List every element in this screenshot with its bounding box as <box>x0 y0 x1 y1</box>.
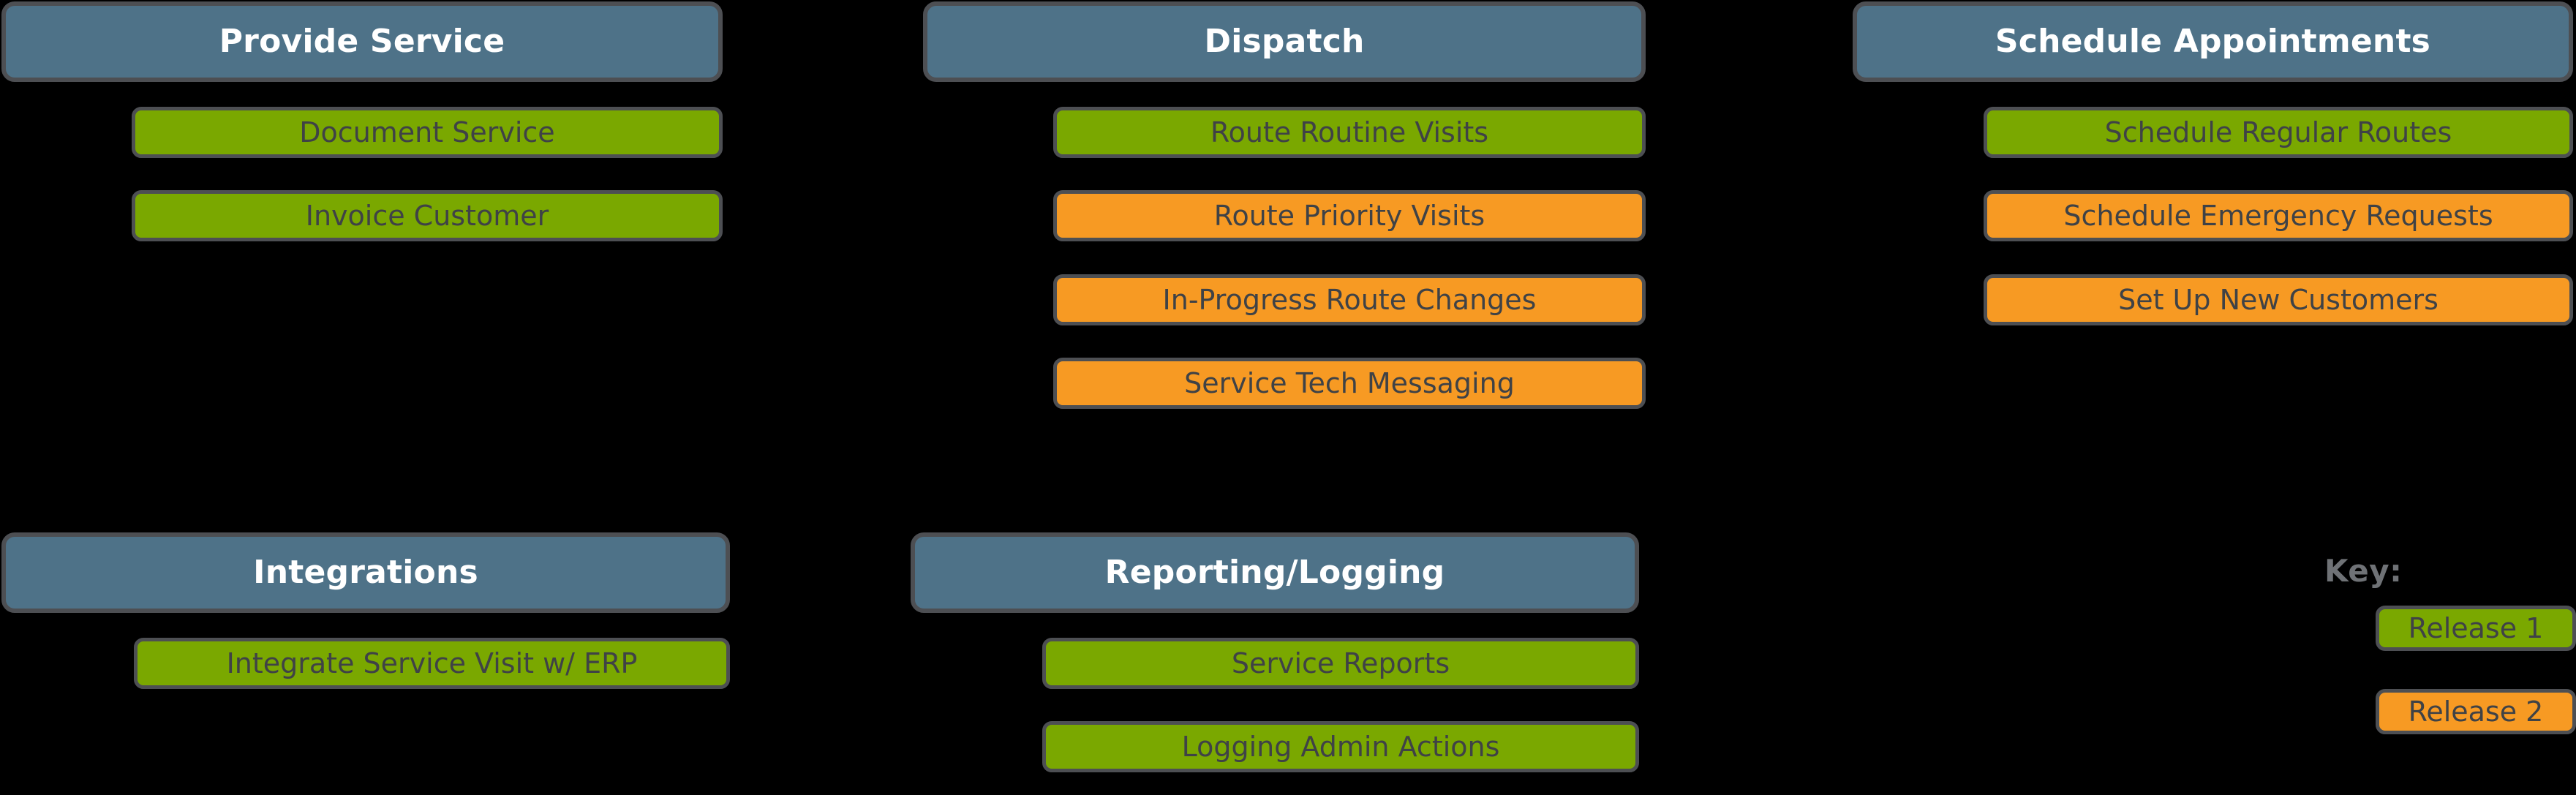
group-header-provide-service[interactable]: Provide Service <box>1 1 723 82</box>
task-card-label: Integrate Service Visit w/ ERP <box>226 647 638 679</box>
task-card-label: In-Progress Route Changes <box>1162 284 1537 316</box>
group-header-reporting-logging[interactable]: Reporting/Logging <box>911 532 1639 613</box>
task-card-invoice-customer[interactable]: Invoice Customer <box>132 190 723 241</box>
task-card-label: Logging Admin Actions <box>1181 731 1500 763</box>
key-legend-item-release-2[interactable]: Release 2 <box>2376 689 2576 734</box>
task-card-set-up-new-customers[interactable]: Set Up New Customers <box>1984 274 2573 325</box>
task-card-service-reports[interactable]: Service Reports <box>1042 638 1639 689</box>
group-header-label: Dispatch <box>1204 23 1365 60</box>
group-header-label: Integrations <box>253 554 478 591</box>
task-card-service-tech-messaging[interactable]: Service Tech Messaging <box>1053 358 1646 409</box>
task-card-label: Set Up New Customers <box>2118 284 2438 316</box>
task-card-label: Document Service <box>299 116 555 148</box>
roadmap-board: Provide Service Document Service Invoice… <box>0 0 2576 795</box>
task-card-label: Schedule Regular Routes <box>2104 116 2452 148</box>
task-card-document-service[interactable]: Document Service <box>132 107 723 158</box>
key-legend: Key: Release 1 Release 2 <box>2324 556 2576 775</box>
key-legend-item-label: Release 1 <box>2408 612 2544 644</box>
group-header-integrations[interactable]: Integrations <box>1 532 730 613</box>
task-card-label: Route Routine Visits <box>1210 116 1489 148</box>
key-legend-title: Key: <box>2324 553 2403 589</box>
task-card-label: Service Tech Messaging <box>1184 367 1515 399</box>
task-card-label: Invoice Customer <box>305 200 549 232</box>
task-card-schedule-regular-routes[interactable]: Schedule Regular Routes <box>1984 107 2573 158</box>
task-card-logging-admin-actions[interactable]: Logging Admin Actions <box>1042 721 1639 772</box>
group-header-schedule-appointments[interactable]: Schedule Appointments <box>1853 1 2573 82</box>
group-header-label: Schedule Appointments <box>1995 23 2431 60</box>
task-card-label: Schedule Emergency Requests <box>2063 200 2493 232</box>
group-header-dispatch[interactable]: Dispatch <box>923 1 1646 82</box>
task-card-label: Service Reports <box>1231 647 1450 679</box>
group-header-label: Provide Service <box>219 23 505 60</box>
key-legend-item-release-1[interactable]: Release 1 <box>2376 606 2576 651</box>
task-card-route-routine-visits[interactable]: Route Routine Visits <box>1053 107 1646 158</box>
key-legend-item-label: Release 2 <box>2408 696 2544 728</box>
task-card-in-progress-route-changes[interactable]: In-Progress Route Changes <box>1053 274 1646 325</box>
task-card-schedule-emergency-requests[interactable]: Schedule Emergency Requests <box>1984 190 2573 241</box>
group-header-label: Reporting/Logging <box>1104 554 1445 591</box>
task-card-label: Route Priority Visits <box>1213 200 1485 232</box>
task-card-integrate-service-visit-w-erp[interactable]: Integrate Service Visit w/ ERP <box>134 638 730 689</box>
task-card-route-priority-visits[interactable]: Route Priority Visits <box>1053 190 1646 241</box>
